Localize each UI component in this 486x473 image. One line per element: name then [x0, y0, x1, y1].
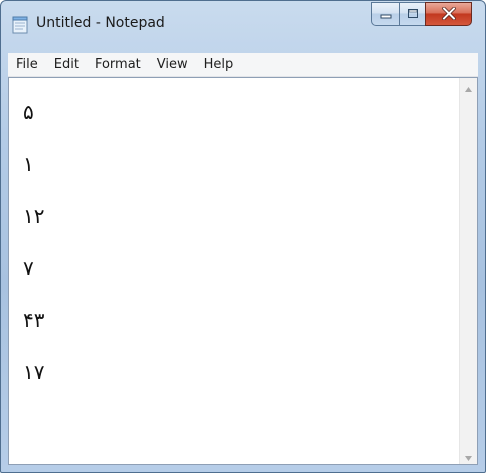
notepad-window: Untitled - Notepad File Edit Format View…: [0, 0, 486, 473]
maximize-icon: [407, 5, 419, 24]
menu-edit[interactable]: Edit: [46, 54, 87, 75]
menu-view[interactable]: View: [149, 54, 196, 75]
close-icon: [441, 5, 456, 24]
arrow-up-icon: [465, 77, 472, 96]
menu-bar: File Edit Format View Help: [8, 53, 478, 77]
text-line: ۷: [23, 256, 34, 280]
maximize-button[interactable]: [399, 2, 425, 26]
text-line: ۴۳: [23, 308, 45, 332]
arrow-down-icon: [465, 446, 472, 465]
text-line: ۱۲: [23, 204, 45, 228]
vertical-scrollbar[interactable]: [459, 78, 477, 464]
menu-file[interactable]: File: [8, 54, 46, 75]
text-editor[interactable]: ۵ ۱ ۱۲ ۷ ۴۳ ۱۷: [8, 77, 478, 465]
minimize-icon: [380, 5, 392, 24]
scroll-up-button[interactable]: [460, 78, 477, 95]
text-line: ۱: [23, 152, 34, 176]
minimize-button[interactable]: [371, 2, 399, 26]
menu-format[interactable]: Format: [87, 54, 149, 75]
editor-text-area[interactable]: ۵ ۱ ۱۲ ۷ ۴۳ ۱۷: [9, 78, 459, 464]
text-line: ۵: [23, 100, 34, 124]
title-bar[interactable]: Untitled - Notepad: [1, 1, 485, 47]
text-line: ۱۷: [23, 360, 45, 384]
notepad-icon: [12, 16, 28, 34]
close-button[interactable]: [425, 2, 472, 26]
menu-help[interactable]: Help: [196, 54, 242, 75]
scroll-down-button[interactable]: [460, 447, 477, 464]
window-title: Untitled - Notepad: [36, 15, 165, 31]
caption-buttons: [371, 2, 472, 26]
